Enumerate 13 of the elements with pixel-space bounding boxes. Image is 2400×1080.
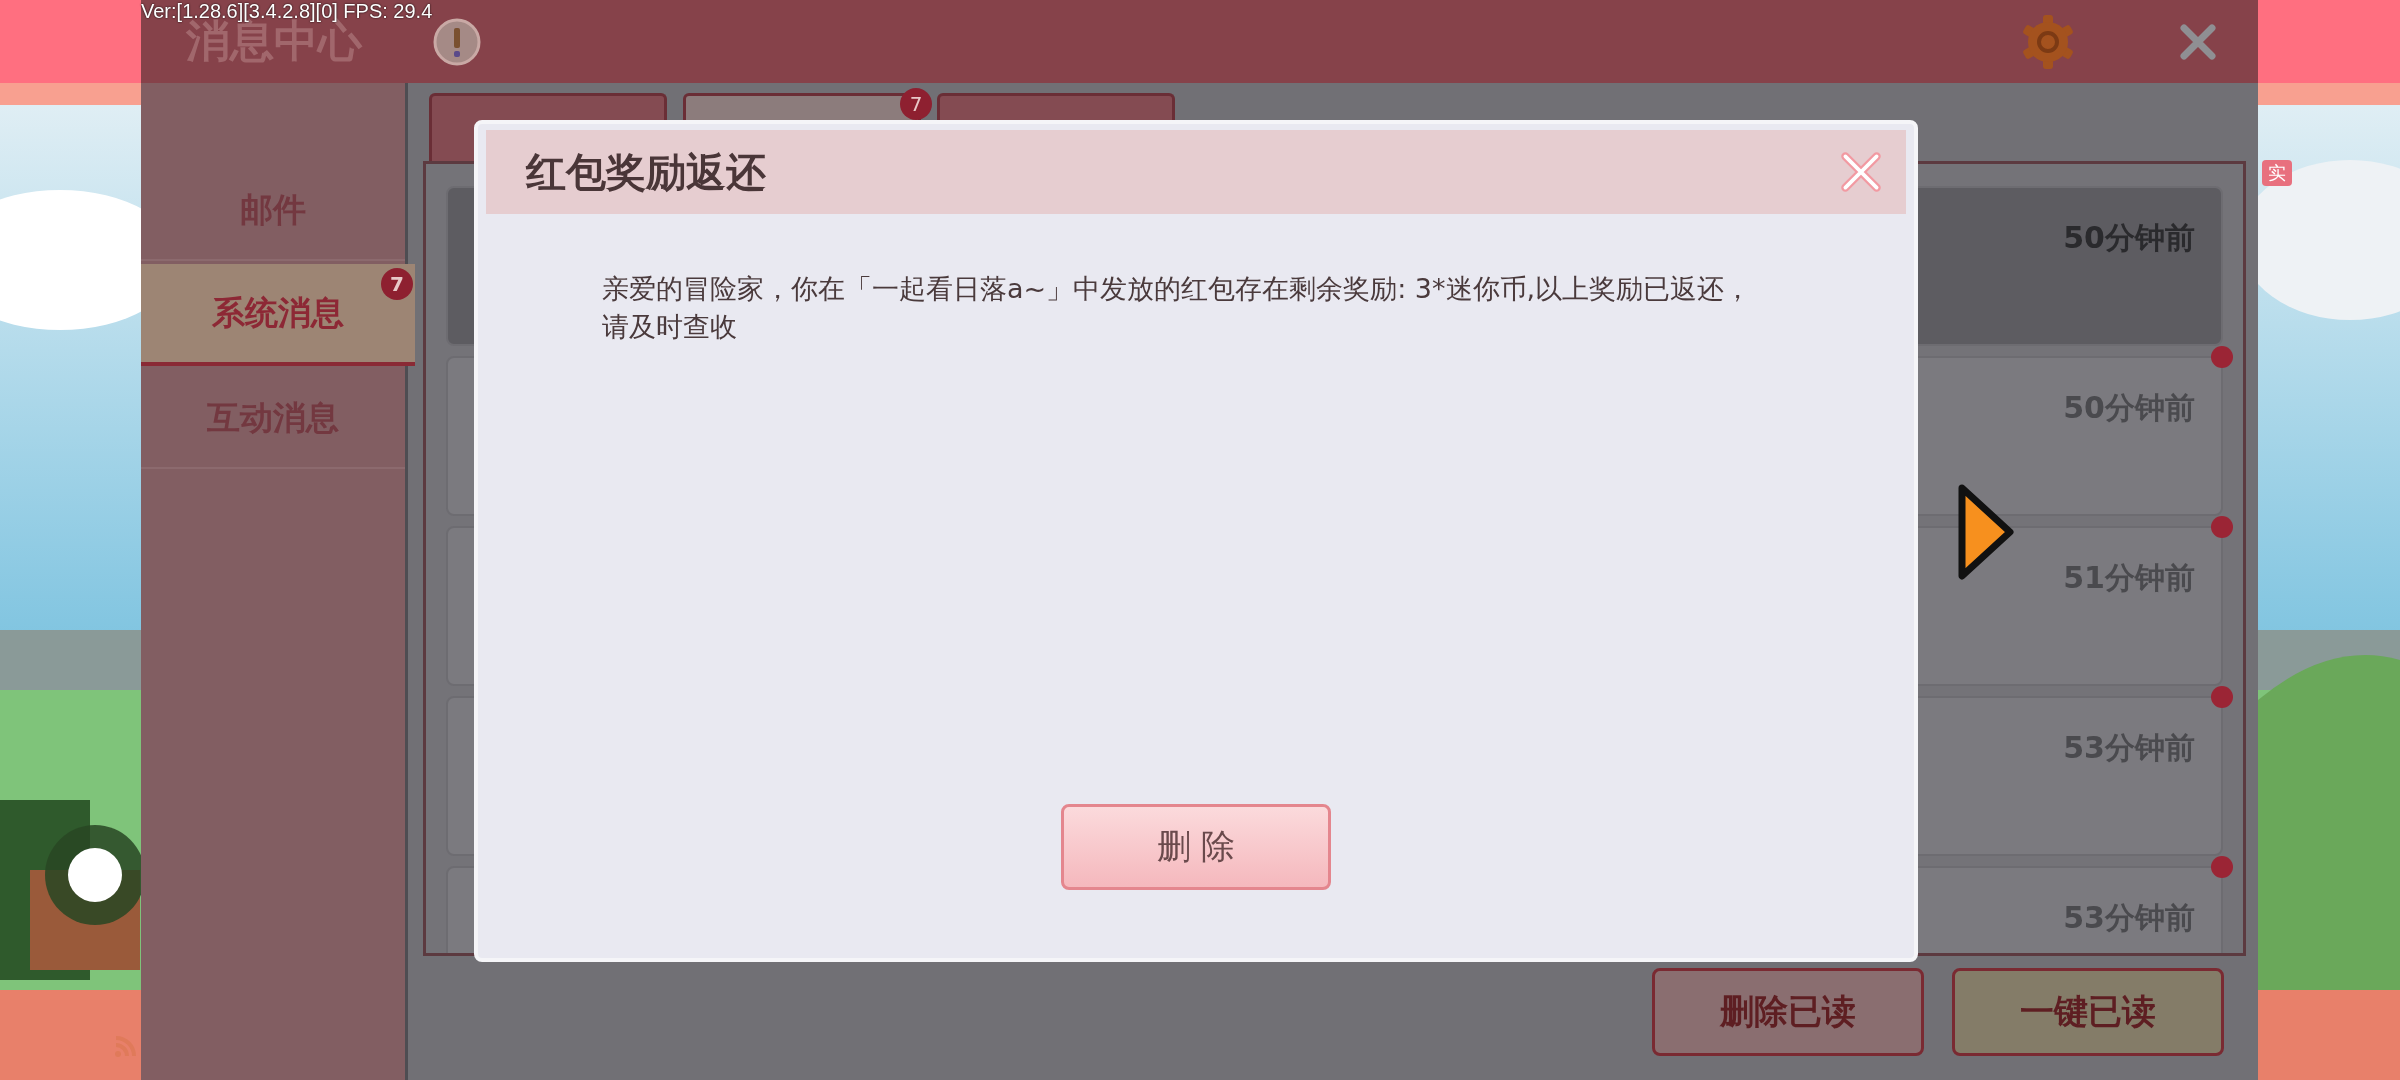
sidebar-item[interactable]: 系统消息 7 bbox=[141, 264, 415, 366]
dialog-title: 红包奖励返还 bbox=[526, 147, 766, 197]
close-icon[interactable] bbox=[1838, 149, 1884, 195]
count-badge: 7 bbox=[381, 268, 413, 300]
close-icon[interactable] bbox=[2178, 21, 2218, 62]
action-button[interactable]: 删除已读 bbox=[1652, 968, 1924, 1056]
exclamation-icon[interactable] bbox=[432, 16, 482, 67]
side-label[interactable]: 实 bbox=[2262, 160, 2292, 186]
action-button[interactable]: 一键已读 bbox=[1952, 968, 2224, 1056]
dialog-message: 亲爱的冒险家，你在「一起看日落a~」中发放的红包存在剩余奖励: 3*迷你币,以上奖励已返还，请及时查收 bbox=[602, 272, 1753, 344]
delete-button[interactable]: 删 除 bbox=[1061, 804, 1331, 890]
count-badge: 7 bbox=[900, 88, 932, 120]
play-arrow-icon[interactable] bbox=[1956, 482, 2016, 582]
